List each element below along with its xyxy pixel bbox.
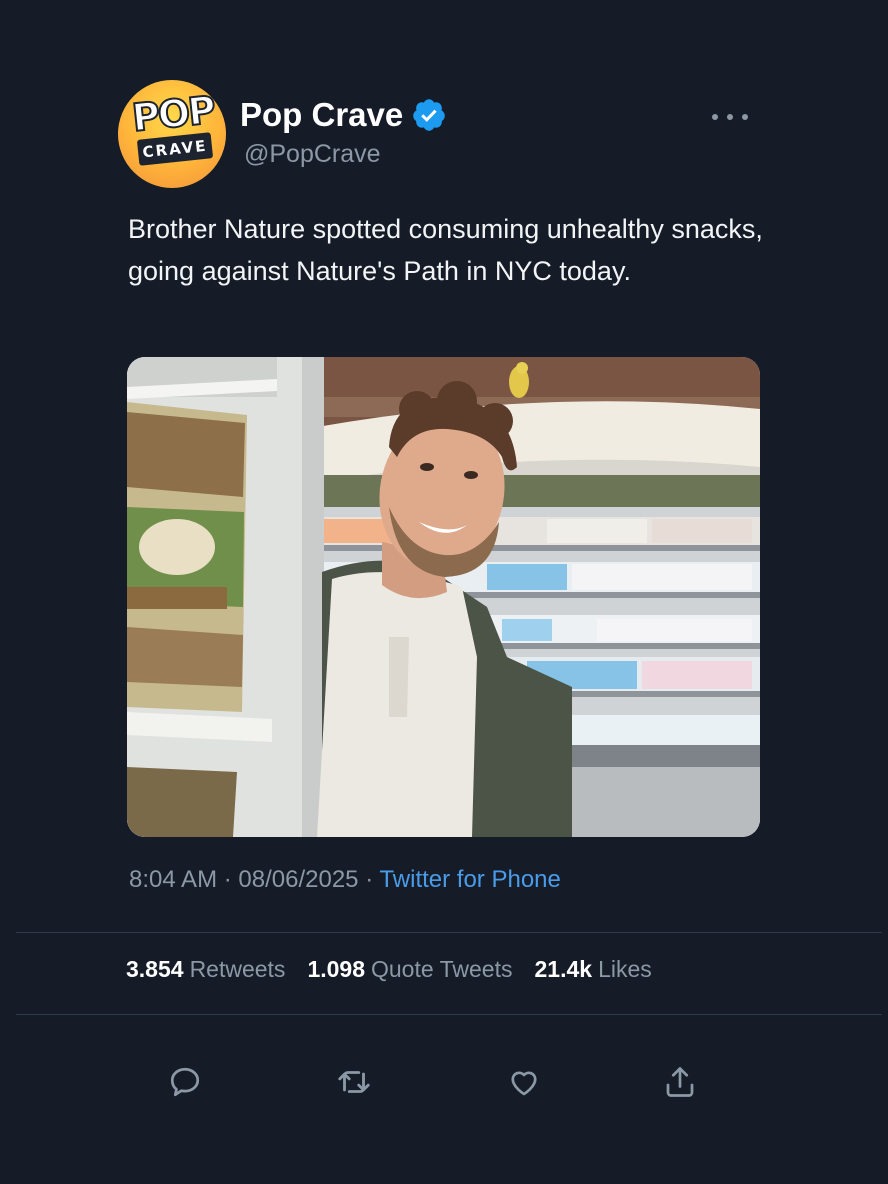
photo-illustration — [127, 357, 760, 837]
engagement-stats: 3.854 Retweets 1.098 Quote Tweets 21.4k Lik… — [126, 956, 652, 983]
likes-count: 21.4k — [534, 956, 593, 982]
quote-tweets-label: Quote Tweets — [371, 956, 513, 982]
meta-separator: · — [365, 866, 374, 893]
retweet-icon[interactable] — [334, 1062, 374, 1102]
avatar-logo-top: POP — [129, 87, 217, 141]
tweet-date[interactable]: 08/06/2025 — [238, 866, 358, 893]
tweet-text: Brother Nature spotted consuming unhealt… — [128, 214, 763, 286]
avatar[interactable]: POP CRAVE — [118, 80, 226, 188]
likes-label: Likes — [598, 956, 652, 982]
meta-separator: · — [223, 866, 232, 893]
name-row: Pop Crave — [240, 94, 447, 136]
tweet-source-link[interactable]: Twitter for Phone — [379, 866, 560, 893]
handle[interactable]: @PopCrave — [244, 140, 381, 169]
quote-tweets-stat[interactable]: 1.098 Quote Tweets — [307, 956, 512, 983]
quote-tweets-count: 1.098 — [307, 956, 365, 982]
tweet-detail: POP CRAVE Pop Crave @PopCrave Brother Na… — [0, 0, 888, 1184]
retweets-stat[interactable]: 3.854 Retweets — [126, 956, 285, 983]
divider — [16, 932, 882, 933]
tweet-meta: 8:04 AM · 08/06/2025 · Twitter for Phone — [129, 866, 561, 894]
verified-badge-icon — [413, 99, 446, 131]
divider — [16, 1014, 882, 1015]
display-name[interactable]: Pop Crave — [240, 96, 403, 134]
tweet-image[interactable] — [127, 357, 760, 837]
more-options-icon[interactable] — [700, 102, 760, 132]
tweet-time[interactable]: 8:04 AM — [129, 866, 217, 893]
like-icon[interactable] — [504, 1062, 544, 1102]
likes-stat[interactable]: 21.4k Likes — [535, 956, 652, 983]
share-icon[interactable] — [660, 1062, 700, 1102]
reply-icon[interactable] — [165, 1062, 205, 1102]
retweets-label: Retweets — [189, 956, 286, 982]
retweets-count: 3.854 — [126, 956, 184, 982]
